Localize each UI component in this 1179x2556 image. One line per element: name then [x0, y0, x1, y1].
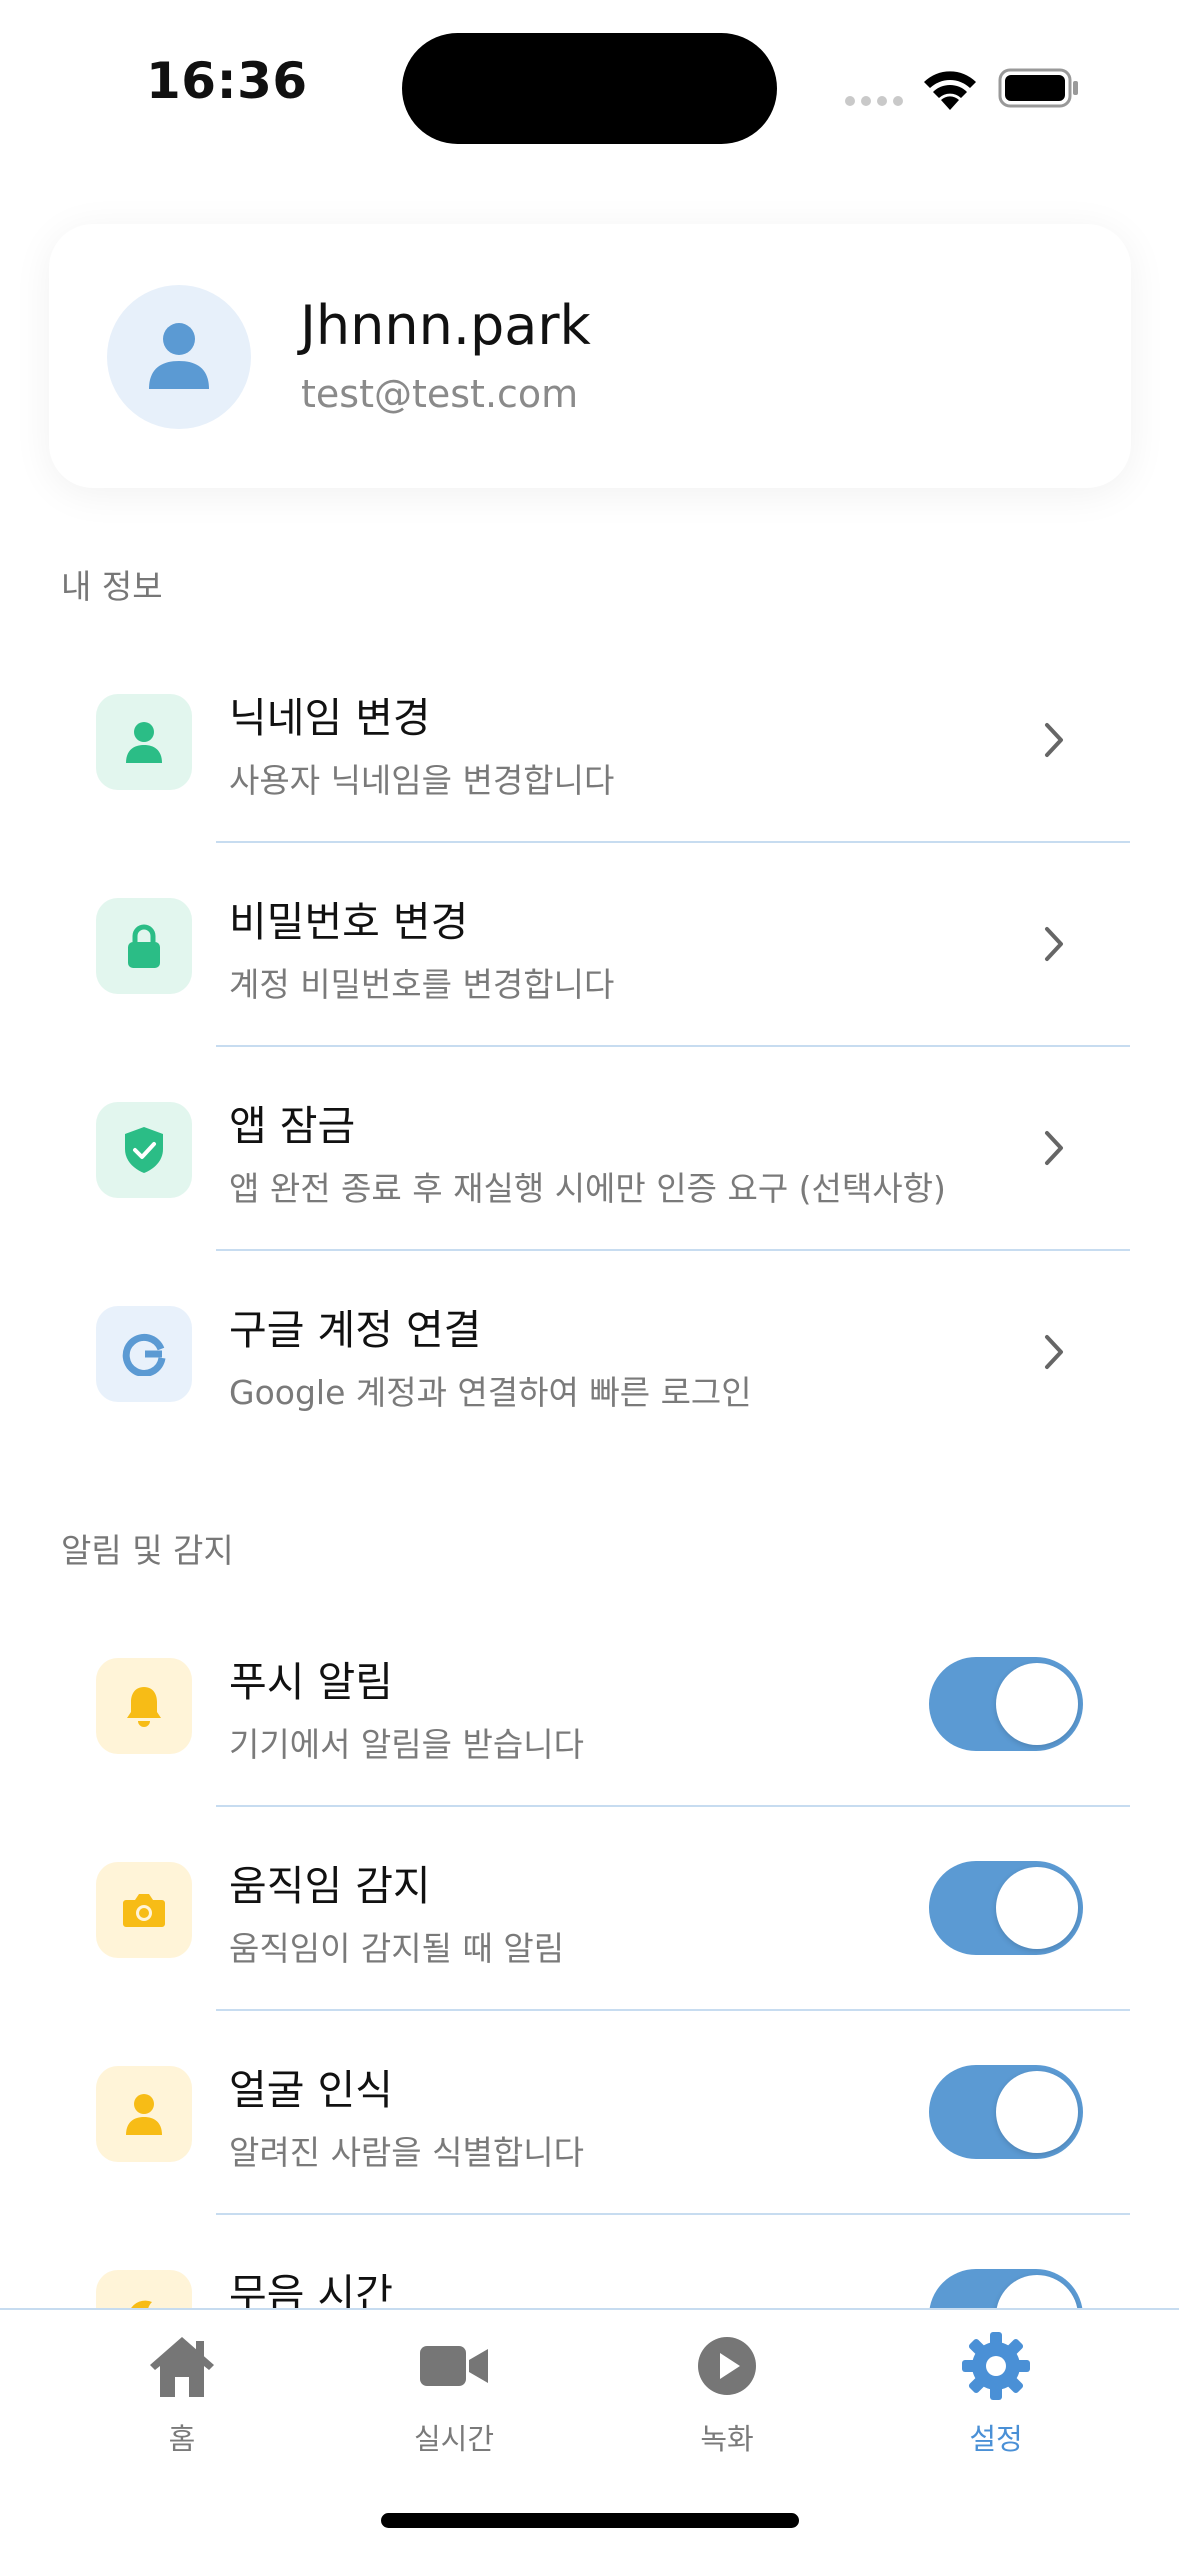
row-icon	[96, 1102, 192, 1198]
google-icon	[122, 1333, 166, 1376]
row-subtitle: Google 계정과 연결하여 빠른 로그인	[229, 1373, 752, 1412]
row-subtitle: 사용자 닉네임을 변경합니다	[229, 761, 615, 800]
section-title-my-info: 내 정보	[61, 567, 163, 606]
password-change-row[interactable]: 비밀번호 변경 계정 비밀번호를 변경합니다	[0, 842, 1179, 1046]
home-indicator	[381, 2513, 799, 2528]
person-icon	[126, 722, 162, 763]
row-title: 푸시 알림	[229, 1658, 393, 1706]
face-recognition-toggle[interactable]	[929, 2065, 1083, 2159]
person-icon	[149, 323, 209, 389]
row-subtitle: 알려진 사람을 식별합니다	[229, 2133, 584, 2172]
motion-detection-row: 움직임 감지 움직임이 감지될 때 알림	[0, 1806, 1179, 2010]
row-title: 닉네임 변경	[229, 694, 431, 742]
avatar	[107, 285, 251, 429]
app-lock-row[interactable]: 앱 잠금 앱 완전 종료 후 재실행 시에만 인증 요구 (선택사항)	[0, 1046, 1179, 1250]
dynamic-island	[402, 33, 777, 144]
tab-home[interactable]: 홈	[82, 2328, 282, 2458]
tab-label: 녹화	[700, 2422, 754, 2456]
row-icon	[96, 1306, 192, 1402]
shield-check-icon	[125, 1127, 163, 1173]
push-notification-row: 푸시 알림 기기에서 알림을 받습니다	[0, 1602, 1179, 1806]
profile-email: test@test.com	[301, 372, 579, 416]
row-title: 움직임 감지	[229, 1862, 431, 1910]
push-notification-toggle[interactable]	[929, 1657, 1083, 1751]
status-time: 16:36	[146, 52, 308, 110]
row-subtitle: 기기에서 알림을 받습니다	[229, 1725, 584, 1764]
face-recognition-row: 얼굴 인식 알려진 사람을 식별합니다	[0, 2010, 1179, 2214]
person-icon	[126, 2094, 162, 2135]
camera-icon	[123, 1894, 165, 1927]
google-link-row[interactable]: 구글 계정 연결 Google 계정과 연결하여 빠른 로그인	[0, 1250, 1179, 1454]
chevron-right-icon	[1045, 1131, 1063, 1165]
cellular-signal-icon	[845, 96, 905, 106]
row-title: 비밀번호 변경	[229, 898, 469, 946]
wifi-icon	[924, 71, 976, 110]
row-title: 앱 잠금	[229, 1102, 356, 1150]
toggle-knob	[996, 1867, 1078, 1949]
tab-label: 실시간	[413, 2422, 495, 2456]
row-icon	[96, 694, 192, 790]
row-subtitle: 앱 완전 종료 후 재실행 시에만 인증 요구 (선택사항)	[229, 1169, 946, 1208]
play-circle-icon	[698, 2337, 756, 2395]
row-icon	[96, 898, 192, 994]
tab-recording[interactable]: 녹화	[627, 2328, 827, 2458]
row-icon	[96, 2066, 192, 2162]
row-subtitle: 움직임이 감지될 때 알림	[229, 1929, 565, 1968]
row-title: 구글 계정 연결	[229, 1306, 482, 1354]
motion-detection-toggle[interactable]	[929, 1861, 1083, 1955]
settings-screen: 16:36 Jhnnn.park test@test.com 내 정보 닉네임 …	[0, 0, 1179, 2556]
home-icon	[150, 2337, 214, 2397]
video-camera-icon	[420, 2346, 488, 2386]
tab-label: 홈	[168, 2422, 196, 2456]
chevron-right-icon	[1045, 927, 1063, 961]
lock-icon	[128, 924, 160, 968]
profile-card[interactable]: Jhnnn.park test@test.com	[49, 224, 1131, 488]
nickname-change-row[interactable]: 닉네임 변경 사용자 닉네임을 변경합니다	[0, 638, 1179, 842]
section-title-alerts: 알림 및 감지	[61, 1531, 234, 1570]
chevron-right-icon	[1045, 1335, 1063, 1369]
gear-icon	[962, 2332, 1030, 2400]
tab-live[interactable]: 실시간	[354, 2328, 554, 2458]
profile-name: Jhnnn.park	[300, 294, 591, 357]
row-icon	[96, 1862, 192, 1958]
tab-settings[interactable]: 설정	[896, 2328, 1096, 2458]
bell-icon	[127, 1687, 161, 1727]
row-subtitle: 계정 비밀번호를 변경합니다	[229, 965, 615, 1004]
toggle-knob	[996, 2071, 1078, 2153]
row-icon	[96, 1658, 192, 1754]
toggle-knob	[996, 1663, 1078, 1745]
row-title: 얼굴 인식	[229, 2066, 393, 2114]
battery-icon	[998, 68, 1078, 108]
chevron-right-icon	[1045, 723, 1063, 757]
tab-label: 설정	[969, 2422, 1023, 2456]
